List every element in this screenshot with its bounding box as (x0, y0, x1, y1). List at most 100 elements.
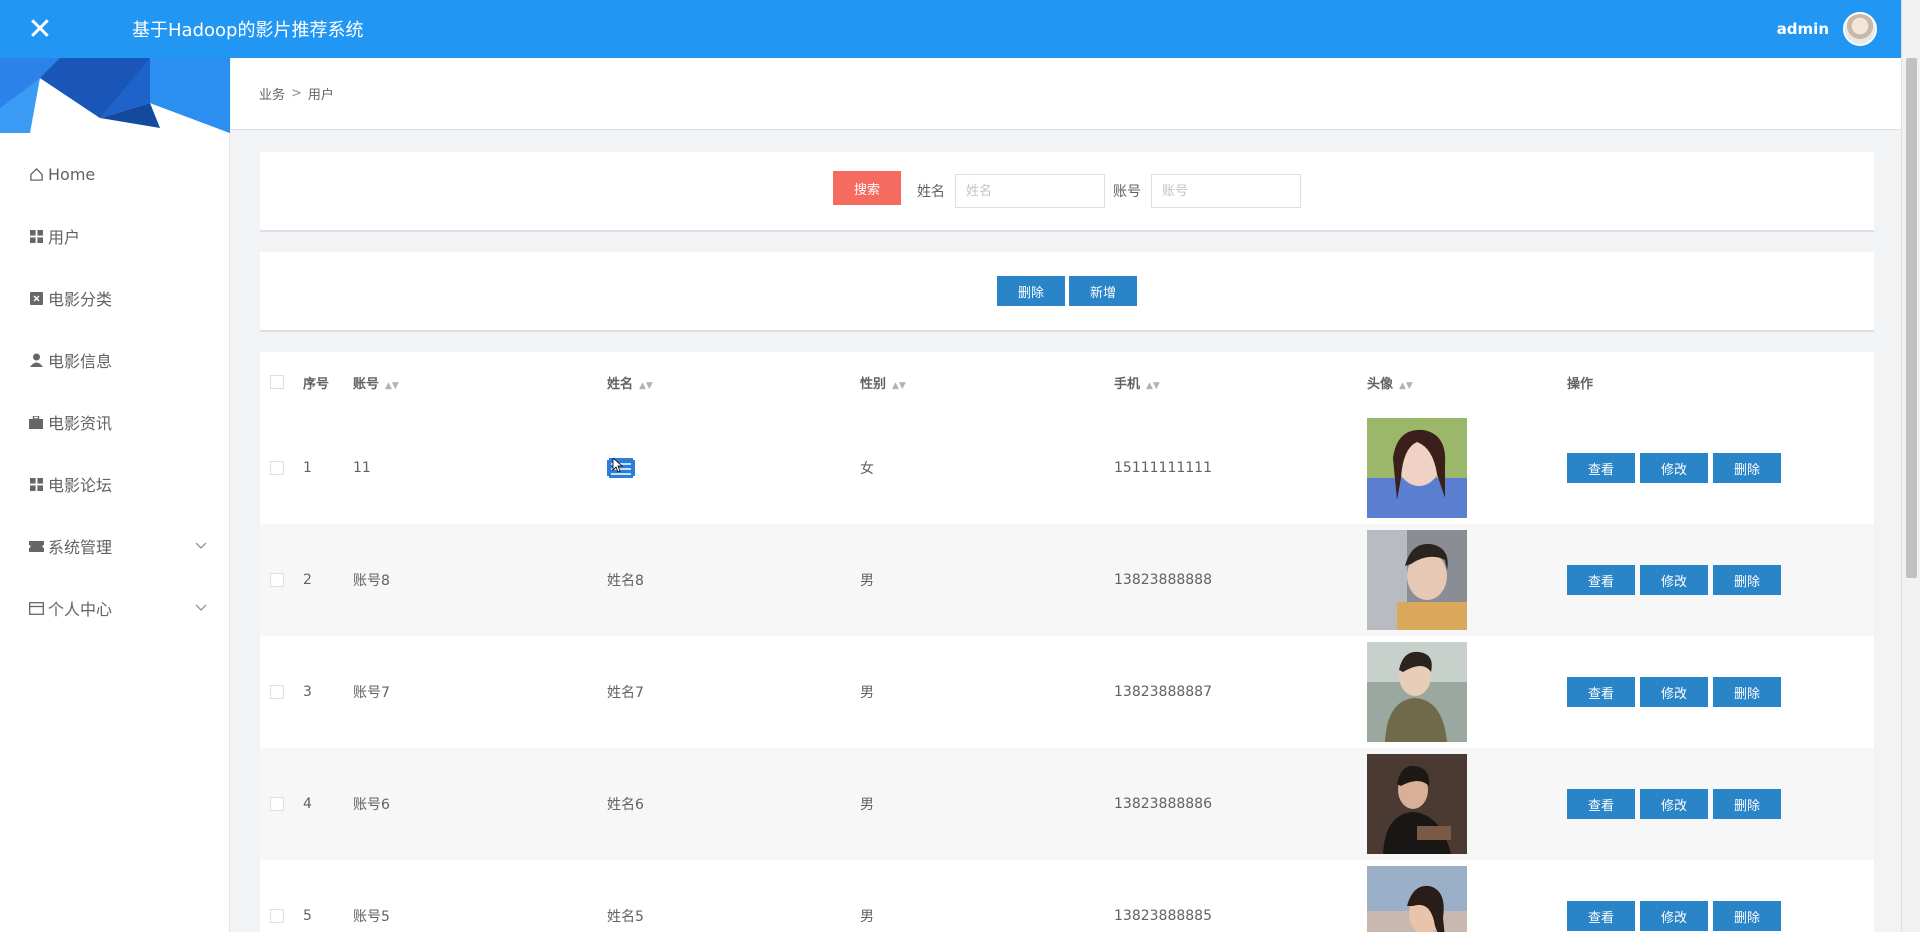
sidebar-item-personal-center[interactable]: 个人中心 (0, 577, 229, 639)
header-name[interactable]: 姓名 ▲▼ (607, 352, 860, 412)
sidebar-item-label: 电影信息 (48, 352, 113, 371)
edit-button[interactable]: 修改 (1640, 565, 1708, 595)
delete-button[interactable]: 删除 (1713, 901, 1781, 931)
delete-button[interactable]: 删除 (1713, 677, 1781, 707)
user-menu[interactable]: admin (1777, 12, 1877, 46)
cell-phone: 13823888887 (1114, 684, 1212, 700)
edit-button[interactable]: 修改 (1640, 901, 1708, 931)
row-checkbox[interactable] (270, 461, 284, 475)
edit-button[interactable]: 修改 (1640, 789, 1708, 819)
user-table: 序号 账号 ▲▼ 姓名 ▲▼ 性别 ▲▼ 手机 ▲▼ 头像 ▲▼ 操作 1 11 (260, 352, 1874, 932)
avatar-photo[interactable] (1367, 418, 1467, 518)
header-name-label: 姓名 (607, 376, 634, 392)
cell-account: 11 (353, 460, 371, 476)
sidebar-item-label: 个人中心 (48, 600, 113, 619)
select-all-cell (260, 352, 303, 412)
cell-ops: 查看 修改 删除 (1567, 636, 1874, 748)
cell-index: 1 (303, 460, 312, 476)
page-scrollbar[interactable] (1901, 0, 1920, 932)
sidebar: Home 用户 电影分类 电影信息 电影资讯 电影论坛 系统管理 个人中心 (0, 58, 230, 932)
row-actions: 查看 修改 删除 (1567, 677, 1874, 707)
row-checkbox[interactable] (270, 685, 284, 699)
header-account[interactable]: 账号 ▲▼ (353, 352, 607, 412)
select-all-checkbox[interactable] (270, 375, 284, 389)
sidebar-item-label: 电影资讯 (48, 414, 113, 433)
sort-icon[interactable]: ▲▼ (892, 381, 906, 391)
delete-button[interactable]: 删除 (1713, 565, 1781, 595)
sidebar-item-movie-category[interactable]: 电影分类 (0, 267, 229, 329)
scrollbar-thumb[interactable] (1906, 58, 1917, 578)
avatar-photo[interactable] (1367, 754, 1467, 854)
row-checkbox[interactable] (270, 797, 284, 811)
search-panel: 搜索 姓名 账号 (260, 152, 1874, 232)
cell-account: 账号6 (353, 748, 607, 860)
row-actions: 查看 修改 删除 (1567, 789, 1874, 819)
sidebar-item-label: Home (48, 164, 96, 184)
table-row: 5 账号5 姓名5 男 13823888885 查看 修改 删除 (260, 860, 1874, 932)
name-search-input[interactable] (955, 174, 1105, 208)
card-icon (28, 600, 44, 616)
avatar-photo[interactable] (1367, 530, 1467, 630)
delete-button[interactable]: 删除 (1713, 453, 1781, 483)
cell-avatar (1367, 636, 1567, 748)
avatar-photo[interactable] (1367, 866, 1467, 932)
account-search-input[interactable] (1151, 174, 1301, 208)
sort-icon[interactable]: ▲▼ (639, 381, 653, 391)
view-button[interactable]: 查看 (1567, 565, 1635, 595)
sidebar-item-movie-news[interactable]: 电影资讯 (0, 391, 229, 453)
edit-button[interactable]: 修改 (1640, 677, 1708, 707)
row-checkbox[interactable] (270, 909, 284, 923)
cell-name: 姓名8 (607, 524, 860, 636)
header-avatar[interactable]: 头像 ▲▼ (1367, 352, 1567, 412)
edit-button[interactable]: 修改 (1640, 453, 1708, 483)
sidebar-item-label: 电影论坛 (48, 476, 113, 495)
sidebar-item-home[interactable]: Home (0, 143, 229, 205)
sort-icon[interactable]: ▲▼ (1146, 381, 1160, 391)
view-button[interactable]: 查看 (1567, 677, 1635, 707)
cell-avatar (1367, 748, 1567, 860)
avatar-photo[interactable] (1367, 642, 1467, 742)
cell-name: 姓名7 (607, 685, 644, 701)
header-phone[interactable]: 手机 ▲▼ (1114, 352, 1367, 412)
chevron-down-icon (195, 601, 207, 615)
sidebar-item-movie-forum[interactable]: 电影论坛 (0, 453, 229, 515)
cell-avatar (1367, 860, 1567, 932)
cell-name: 姓名6 (607, 748, 860, 860)
briefcase-icon (28, 414, 44, 430)
add-button[interactable]: 新增 (1069, 276, 1137, 306)
cell-avatar (1367, 524, 1567, 636)
sort-icon[interactable]: ▲▼ (1399, 381, 1413, 391)
cell-ops: 查看 修改 删除 (1567, 860, 1874, 932)
cell-index: 2 (303, 524, 353, 636)
grid-icon (28, 228, 44, 244)
sidebar-item-system-management[interactable]: 系统管理 (0, 515, 229, 577)
avatar[interactable] (1843, 12, 1877, 46)
view-button[interactable]: 查看 (1567, 901, 1635, 931)
sidebar-item-movie-info[interactable]: 电影信息 (0, 329, 229, 391)
row-actions: 查看 修改 删除 (1567, 453, 1874, 483)
view-button[interactable]: 查看 (1567, 453, 1635, 483)
sort-icon[interactable]: ▲▼ (385, 381, 399, 391)
cell-account: 账号7 (353, 685, 390, 701)
cell-ops: 查看 修改 删除 (1567, 748, 1874, 860)
header-sex[interactable]: 性别 ▲▼ (860, 352, 1114, 412)
search-button[interactable]: 搜索 (833, 171, 901, 205)
breadcrumb-parent[interactable]: 业务 (259, 84, 285, 103)
row-actions: 查看 修改 删除 (1567, 565, 1874, 595)
batch-delete-button[interactable]: 删除 (997, 276, 1065, 306)
cell-account: 账号5 (353, 909, 390, 925)
sidebar-item-label: 系统管理 (48, 538, 113, 557)
user-icon (28, 352, 44, 368)
sidebar-menu: Home 用户 电影分类 电影信息 电影资讯 电影论坛 系统管理 个人中心 (0, 143, 229, 639)
cell-ops: 查看 修改 删除 (1567, 412, 1874, 524)
row-checkbox[interactable] (270, 573, 284, 587)
account-label: 账号 (1113, 184, 1141, 200)
delete-button[interactable]: 删除 (1713, 789, 1781, 819)
sidebar-item-users[interactable]: 用户 (0, 205, 229, 267)
breadcrumb-separator: > (291, 86, 302, 101)
view-button[interactable]: 查看 (1567, 789, 1635, 819)
cell-sex: 男 (860, 685, 874, 701)
sidebar-item-label: 电影分类 (48, 290, 113, 309)
username[interactable]: admin (1777, 20, 1829, 38)
close-icon[interactable]: ✕ (0, 0, 80, 58)
